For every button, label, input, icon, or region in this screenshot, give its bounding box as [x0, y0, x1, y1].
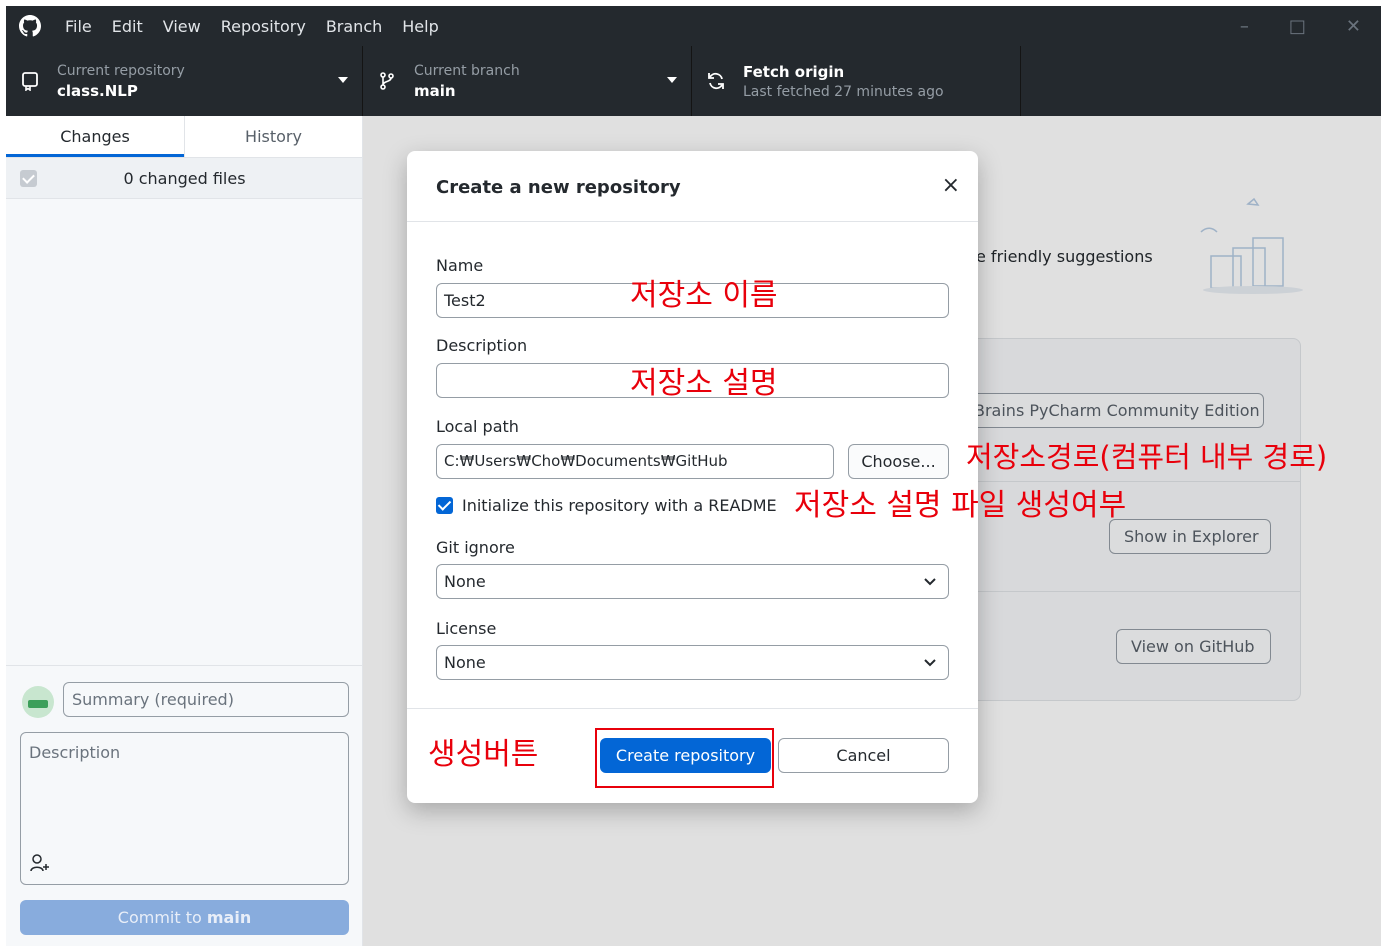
choose-button[interactable]: Choose... — [848, 444, 949, 479]
repo-icon — [22, 72, 38, 91]
readme-checkbox[interactable] — [436, 497, 453, 514]
dialog-header: Create a new repository × — [407, 151, 978, 222]
changed-files-count: 0 changed files — [123, 168, 246, 188]
current-repository-value: class.NLP — [57, 81, 138, 100]
menu-help[interactable]: Help — [402, 17, 438, 36]
menu-edit[interactable]: Edit — [112, 17, 143, 36]
gitignore-select[interactable]: None — [436, 564, 949, 599]
commit-description-placeholder: Description — [29, 743, 121, 762]
chevron-down-icon — [667, 77, 677, 83]
annotation-path: 저장소경로(컴퓨터 내부 경로) — [966, 440, 1328, 474]
chevron-down-icon — [924, 578, 936, 586]
description-label: Description — [436, 336, 528, 355]
local-path-input[interactable]: C:₩Users₩Cho₩Documents₩GitHub — [436, 444, 834, 479]
menu-branch[interactable]: Branch — [326, 17, 382, 36]
github-logo-icon — [19, 15, 41, 37]
commit-button-prefix: Commit to — [117, 908, 207, 927]
commit-area: Summary (required) Description Commit to… — [6, 665, 362, 946]
sync-icon — [708, 72, 724, 90]
close-window-icon[interactable]: ✕ — [1346, 16, 1361, 37]
add-coauthor-icon[interactable] — [29, 852, 51, 874]
menu-view[interactable]: View — [163, 17, 201, 36]
last-fetched-text: Last fetched 27 minutes ago — [743, 83, 944, 100]
current-branch-label: Current branch — [414, 62, 520, 79]
create-button-highlight — [595, 728, 774, 788]
fetch-origin-label: Fetch origin — [743, 62, 845, 81]
commit-summary-input[interactable]: Summary (required) — [63, 682, 349, 717]
changes-header: 0 changed files — [6, 158, 362, 199]
annotation-description: 저장소 설명 — [630, 366, 778, 401]
title-bar: File Edit View Repository Branch Help – … — [6, 6, 1381, 46]
readme-option: Initialize this repository with a README — [436, 496, 777, 515]
local-path-label: Local path — [436, 417, 519, 436]
chevron-down-icon — [338, 77, 348, 83]
commit-button-branch: main — [206, 908, 252, 927]
current-branch-value: main — [414, 81, 456, 100]
menu-file[interactable]: File — [65, 17, 92, 36]
avatar — [22, 686, 54, 718]
commit-description-input[interactable]: Description — [20, 732, 349, 885]
maximize-icon[interactable]: □ — [1289, 16, 1306, 37]
tab-changes[interactable]: Changes — [6, 116, 184, 157]
current-repository-button[interactable]: Current repository class.NLP — [6, 46, 363, 116]
readme-label[interactable]: Initialize this repository with a README — [462, 496, 777, 515]
window-controls: – □ ✕ — [1240, 6, 1361, 46]
license-label: License — [436, 619, 497, 638]
license-select[interactable]: None — [436, 645, 949, 680]
close-icon[interactable]: × — [942, 173, 960, 198]
sidebar: Changes History 0 changed files Summary … — [6, 116, 363, 946]
menu-repository[interactable]: Repository — [221, 17, 306, 36]
dialog-title: Create a new repository — [436, 177, 681, 198]
annotation-create: 생성버튼 — [428, 737, 539, 772]
current-branch-button[interactable]: Current branch main — [363, 46, 692, 116]
commit-button[interactable]: Commit to main — [20, 900, 349, 935]
select-all-checkbox[interactable] — [20, 169, 37, 187]
chevron-down-icon — [924, 659, 936, 667]
gitignore-value: None — [444, 572, 486, 591]
gitignore-label: Git ignore — [436, 538, 515, 557]
annotation-readme: 저장소 설명 파일 생성여부 — [794, 488, 1127, 523]
name-label: Name — [436, 256, 484, 275]
branch-icon — [380, 72, 394, 90]
cancel-button[interactable]: Cancel — [778, 738, 949, 773]
license-value: None — [444, 653, 486, 672]
sidebar-tabs: Changes History — [6, 116, 362, 158]
create-repository-dialog: Create a new repository × Name Test2 Des… — [407, 151, 978, 803]
minimize-icon[interactable]: – — [1240, 16, 1249, 37]
toolbar: Current repository class.NLP Current bra… — [6, 46, 1381, 116]
tab-history[interactable]: History — [184, 116, 362, 157]
annotation-name: 저장소 이름 — [630, 278, 778, 313]
current-repository-label: Current repository — [57, 62, 185, 79]
fetch-origin-button[interactable]: Fetch origin Last fetched 27 minutes ago — [692, 46, 1021, 116]
